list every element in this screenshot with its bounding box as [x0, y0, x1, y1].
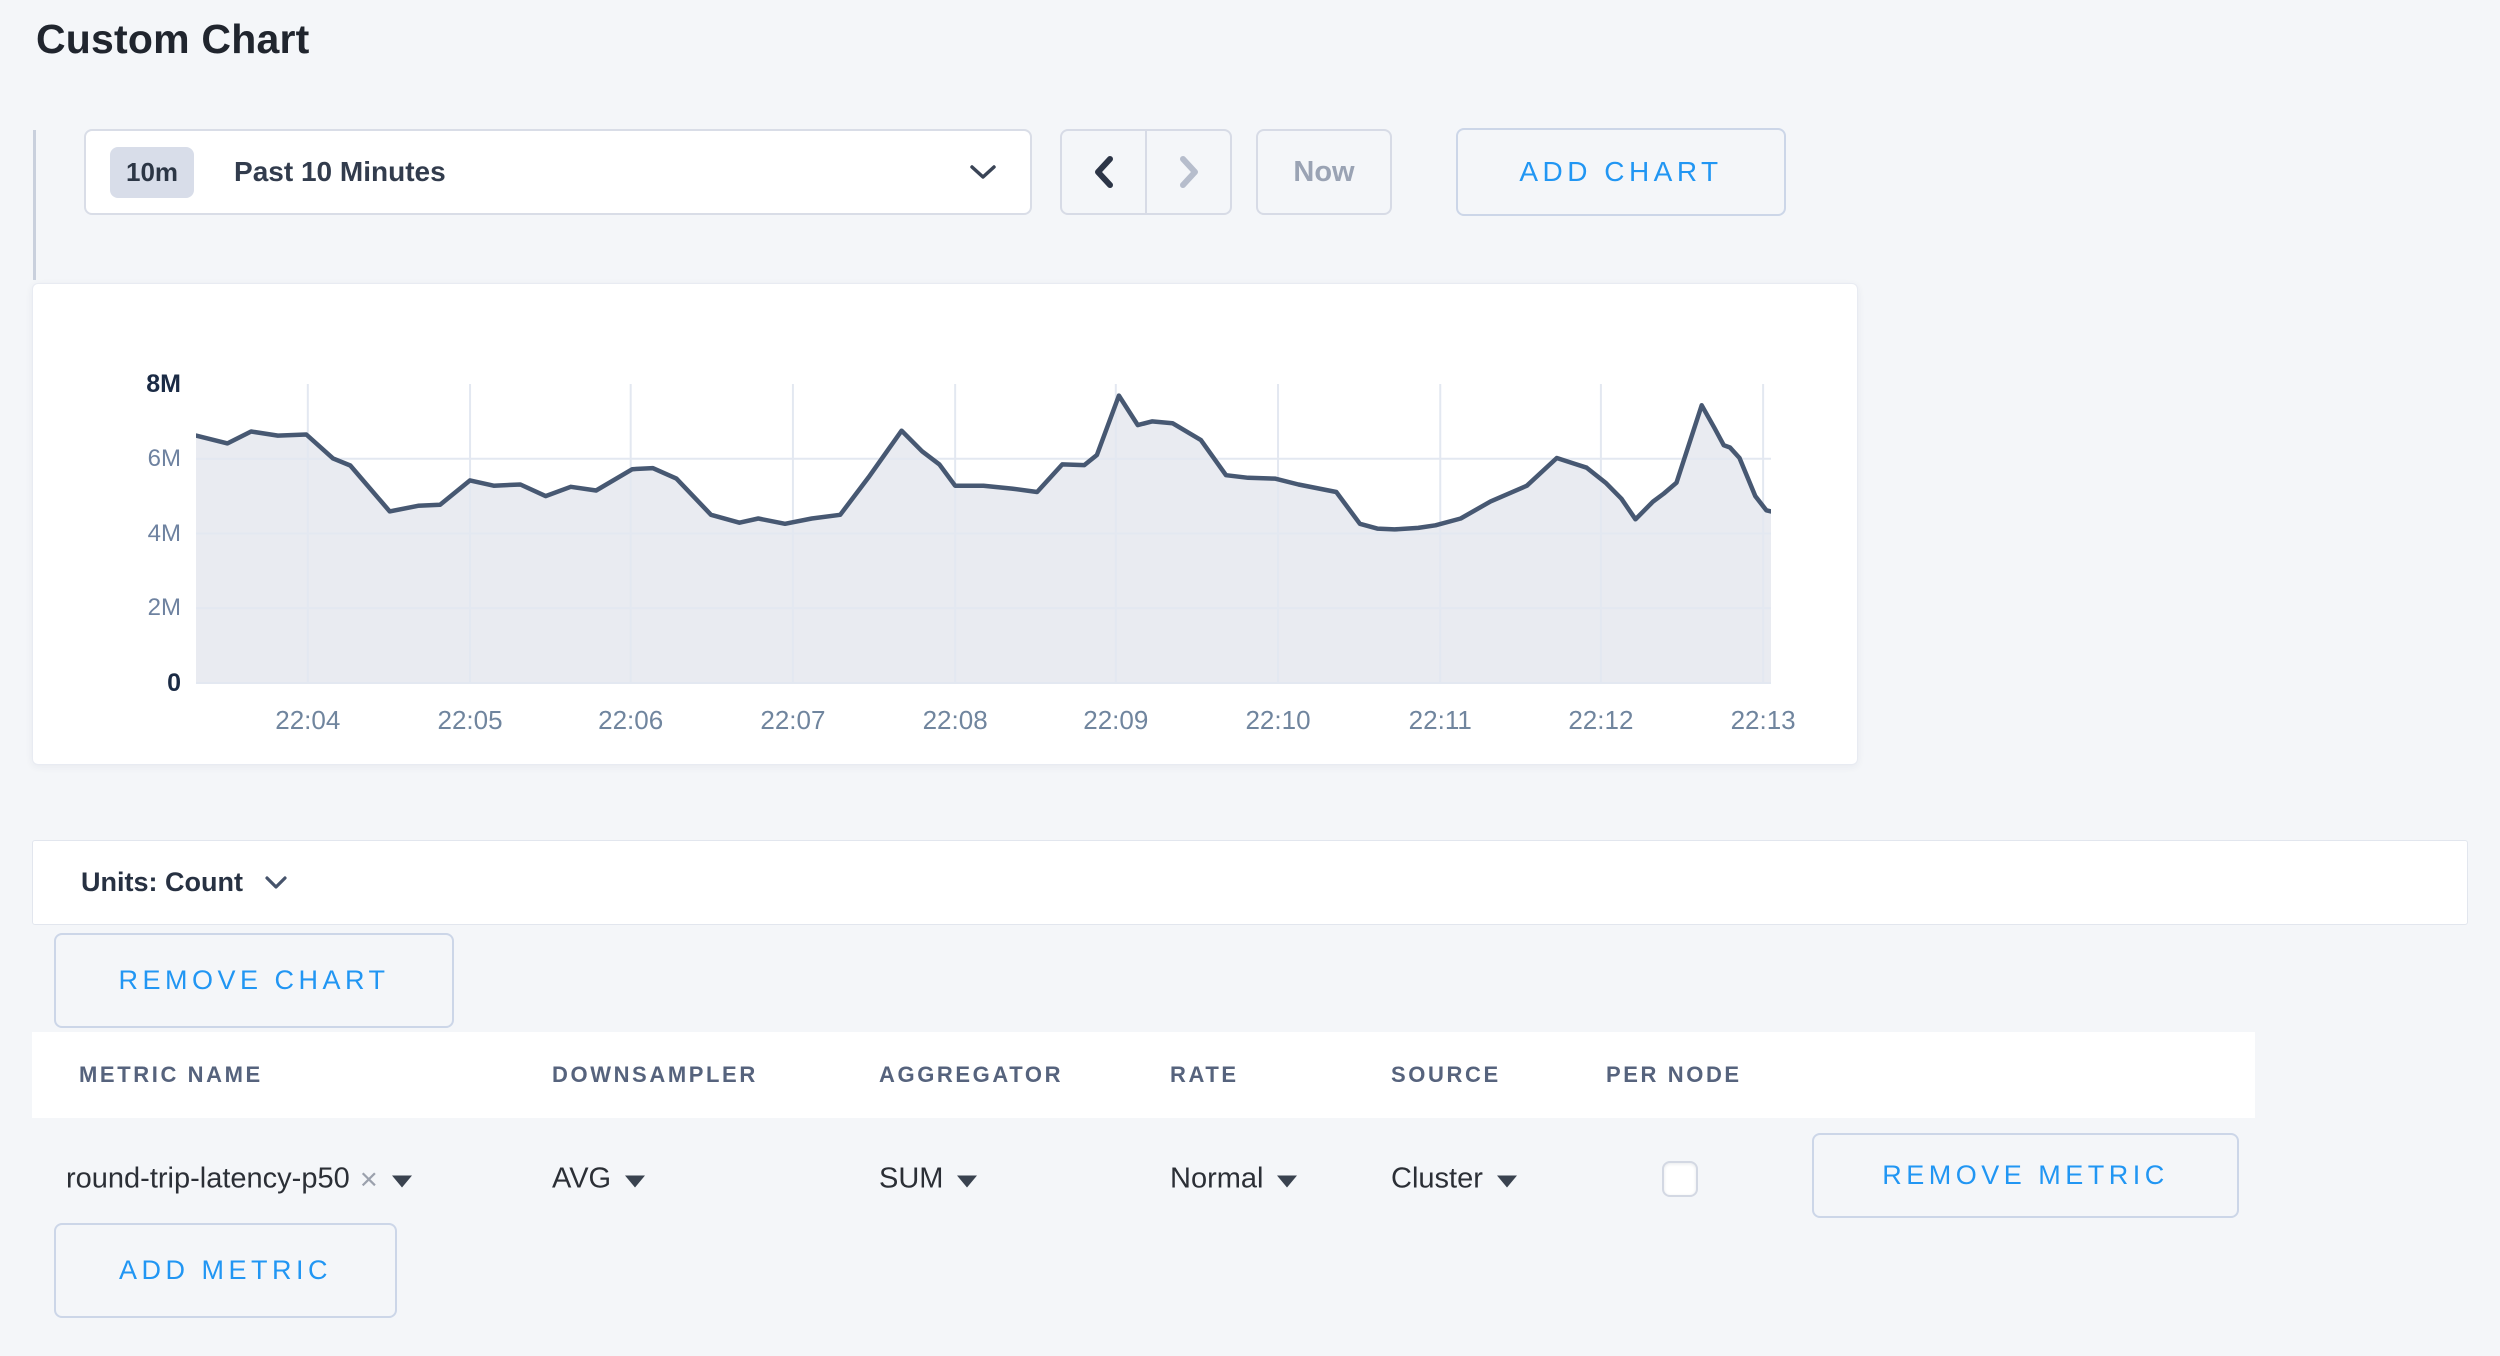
chevron-left-icon [1093, 155, 1115, 189]
x-axis-tick-label: 22:11 [1370, 705, 1510, 736]
aggregator-value: SUM [879, 1163, 943, 1196]
page-title: Custom Chart [36, 16, 309, 63]
downsampler-value: AVG [552, 1163, 611, 1196]
col-header-per-node: PER NODE [1606, 1062, 1742, 1088]
y-axis-tick-label: 8M [61, 370, 181, 399]
x-axis-tick-label: 22:13 [1693, 705, 1833, 736]
x-axis-tick-label: 22:04 [238, 705, 378, 736]
units-label: Units: Count [81, 867, 243, 898]
rate-dropdown[interactable]: Normal [1170, 1163, 1297, 1196]
series-area-fill [196, 396, 1771, 683]
prev-time-button[interactable] [1062, 131, 1145, 213]
per-node-checkbox[interactable] [1662, 1161, 1698, 1197]
x-axis-tick-label: 22:07 [723, 705, 863, 736]
caret-down-icon [625, 1175, 645, 1187]
chevron-down-icon [970, 164, 996, 180]
metric-name-value: round-trip-latency-p50 [66, 1163, 350, 1196]
x-axis-tick-label: 22:08 [885, 705, 1025, 736]
time-range-dropdown[interactable]: 10m Past 10 Minutes [84, 129, 1032, 215]
col-header-aggregator: AGGREGATOR [879, 1062, 1063, 1088]
add-metric-button[interactable]: ADD METRIC [54, 1223, 397, 1318]
source-value: Cluster [1391, 1163, 1483, 1196]
y-axis-tick-label: 0 [61, 669, 181, 698]
col-header-downsampler: DOWNSAMPLER [552, 1062, 758, 1088]
aggregator-dropdown[interactable]: SUM [879, 1163, 977, 1196]
add-chart-button[interactable]: ADD CHART [1456, 128, 1786, 216]
caret-down-icon [392, 1175, 412, 1187]
y-axis-tick-label: 6M [61, 445, 181, 473]
metrics-table-header: METRIC NAME DOWNSAMPLER AGGREGATOR RATE … [32, 1032, 2255, 1118]
remove-chart-button[interactable]: REMOVE CHART [54, 933, 454, 1028]
col-header-rate: RATE [1170, 1062, 1239, 1088]
x-axis-tick-label: 22:10 [1208, 705, 1348, 736]
x-axis-tick-label: 22:06 [561, 705, 701, 736]
metric-name-dropdown[interactable]: round-trip-latency-p50 × [66, 1163, 412, 1196]
now-button[interactable]: Now [1256, 129, 1392, 215]
x-axis-tick-label: 22:05 [400, 705, 540, 736]
chevron-down-icon [265, 876, 287, 890]
time-range-badge: 10m [110, 147, 194, 198]
chart-card: 8M 6M 4M 2M 0 22:04 22:05 22:06 22:07 22:08 22:09… [32, 283, 1858, 765]
clear-metric-icon[interactable]: × [360, 1164, 378, 1195]
caret-down-icon [957, 1175, 977, 1187]
source-dropdown[interactable]: Cluster [1391, 1163, 1517, 1196]
y-axis-tick-label: 2M [61, 594, 181, 622]
units-dropdown[interactable]: Units: Count [32, 840, 2468, 925]
y-axis-tick-label: 4M [61, 520, 181, 548]
timeseries-area-chart [196, 384, 1771, 684]
caret-down-icon [1277, 1175, 1297, 1187]
remove-metric-button[interactable]: REMOVE METRIC [1812, 1133, 2239, 1218]
col-header-source: SOURCE [1391, 1062, 1501, 1088]
x-axis-tick-label: 22:09 [1046, 705, 1186, 736]
rate-value: Normal [1170, 1163, 1263, 1196]
toolbar-left-divider [33, 130, 36, 280]
metric-row: round-trip-latency-p50 × AVG SUM Normal … [0, 1118, 2500, 1240]
x-axis-tick-label: 22:12 [1531, 705, 1671, 736]
downsampler-dropdown[interactable]: AVG [552, 1163, 645, 1196]
time-range-label: Past 10 Minutes [234, 156, 970, 188]
time-step-control [1060, 129, 1232, 215]
chevron-right-icon [1178, 155, 1200, 189]
caret-down-icon [1497, 1175, 1517, 1187]
col-header-metric-name: METRIC NAME [79, 1062, 263, 1088]
next-time-button[interactable] [1145, 131, 1230, 213]
